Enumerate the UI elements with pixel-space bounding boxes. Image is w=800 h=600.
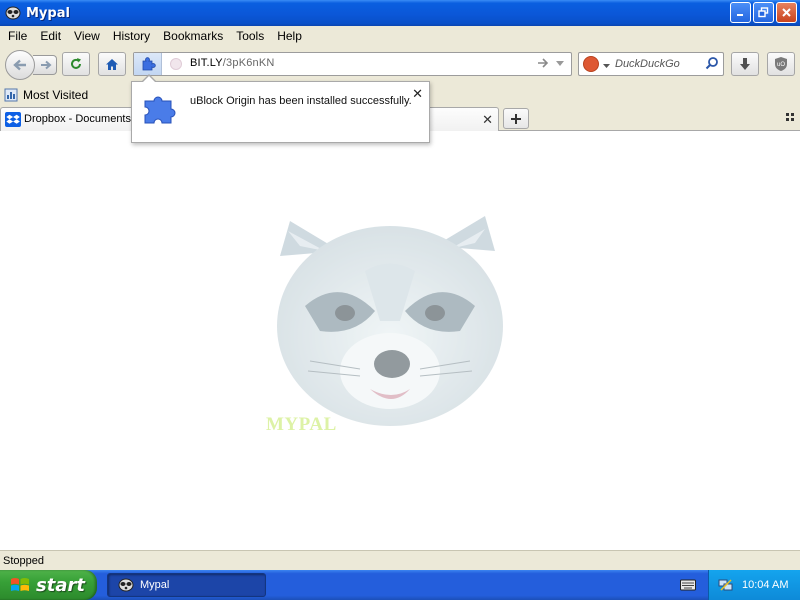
reload-button[interactable] — [62, 52, 90, 76]
url-dropdown-icon[interactable] — [555, 57, 565, 72]
menu-tools[interactable]: Tools — [230, 29, 270, 43]
menu-bookmarks[interactable]: Bookmarks — [157, 29, 229, 43]
plus-icon — [511, 113, 521, 124]
mypal-logo-icon — [5, 5, 21, 21]
taskbar: start Mypal 10:04 AM — [0, 570, 800, 600]
menu-help[interactable]: Help — [271, 29, 308, 43]
search-bar[interactable]: DuckDuckGo — [578, 52, 724, 76]
menu-file[interactable]: File — [2, 29, 33, 43]
minimize-icon — [737, 14, 743, 16]
menu-edit[interactable]: Edit — [34, 29, 67, 43]
search-placeholder: DuckDuckGo — [615, 58, 680, 70]
most-visited-bookmark[interactable]: Most Visited — [23, 88, 88, 102]
search-icon[interactable] — [705, 56, 719, 73]
forward-arrow-icon — [41, 60, 52, 70]
downloads-button[interactable] — [731, 52, 759, 76]
ublock-button[interactable]: uO — [767, 52, 795, 76]
menu-history[interactable]: History — [107, 29, 156, 43]
notification-close-icon[interactable]: ✕ — [412, 86, 423, 102]
clock: 10:04 AM — [742, 579, 789, 591]
status-text: Stopped — [3, 554, 44, 567]
ublock-shield-icon: uO — [775, 57, 787, 71]
puzzle-piece-icon — [144, 96, 176, 124]
start-button[interactable]: start — [0, 570, 97, 600]
most-visited-icon — [4, 88, 18, 102]
menu-bar: File Edit View History Bookmarks Tools H… — [0, 26, 800, 46]
page-content: MYPAL — [0, 131, 800, 550]
mypal-watermark: MYPAL — [266, 414, 337, 435]
close-button[interactable] — [776, 2, 797, 23]
search-engine-dropdown-icon[interactable] — [603, 58, 610, 72]
new-tab-button[interactable] — [503, 108, 529, 129]
navigation-toolbar: BIT.LY/3pK6nKN DuckDuckGo uO — [0, 46, 800, 84]
minimize-button[interactable] — [730, 2, 751, 23]
back-arrow-icon — [13, 59, 26, 71]
raccoon-image — [277, 216, 503, 426]
duckduckgo-icon[interactable] — [583, 56, 599, 72]
go-arrow-icon[interactable] — [537, 56, 549, 73]
url-host: BIT.LY — [190, 57, 223, 69]
restore-icon — [758, 7, 769, 18]
dropbox-icon — [5, 112, 21, 127]
keyboard-icon[interactable] — [680, 578, 696, 591]
addon-puzzle-icon[interactable] — [134, 53, 162, 75]
windows-flag-icon — [11, 578, 29, 591]
close-icon — [782, 8, 791, 17]
system-tray: 10:04 AM — [708, 570, 800, 600]
home-button[interactable] — [98, 52, 126, 76]
url-bar[interactable]: BIT.LY/3pK6nKN — [133, 52, 572, 76]
tab-list-icon[interactable] — [786, 113, 795, 122]
back-button[interactable] — [5, 50, 35, 80]
svg-text:uO: uO — [777, 62, 785, 68]
title-bar[interactable]: Mypal — [0, 0, 800, 26]
window-title: Mypal — [26, 5, 70, 21]
reload-icon — [71, 58, 81, 69]
url-text: BIT.LY/3pK6nKN — [190, 57, 275, 69]
network-icon[interactable] — [718, 577, 734, 593]
forward-button[interactable] — [33, 55, 57, 75]
url-path: /3pK6nKN — [222, 57, 275, 69]
home-icon — [106, 58, 118, 70]
taskbar-item-mypal[interactable]: Mypal — [107, 573, 266, 597]
tab-close-icon[interactable]: ✕ — [482, 112, 493, 128]
notification-message: uBlock Origin has been installed success… — [190, 95, 412, 107]
taskbar-item-label: Mypal — [140, 579, 170, 591]
download-arrow-icon — [740, 58, 750, 70]
menu-view[interactable]: View — [68, 29, 106, 43]
status-bar: Stopped — [0, 550, 800, 570]
site-identity-icon[interactable] — [170, 58, 182, 70]
mypal-logo-icon — [118, 578, 134, 592]
restore-button[interactable] — [753, 2, 774, 23]
start-label: start — [36, 574, 85, 596]
tab-label: Dropbox - Documents - — [24, 113, 138, 125]
addon-installed-notification: uBlock Origin has been installed success… — [131, 74, 430, 143]
